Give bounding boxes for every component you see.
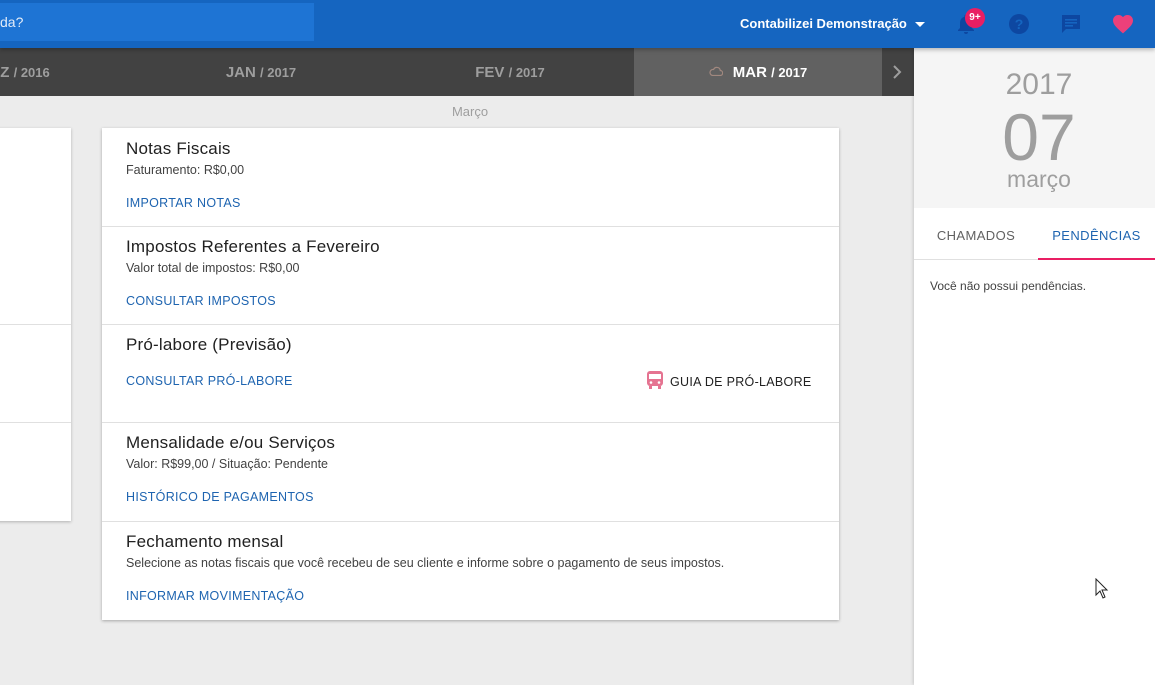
consultar-impostos-link[interactable]: CONSULTAR IMPOSTOS	[126, 294, 276, 308]
month-tab-mar-2017[interactable]: MAR / 2017	[634, 48, 882, 96]
tab-chamados[interactable]: CHAMADOS	[914, 208, 1038, 260]
chevron-down-icon	[914, 22, 925, 27]
monthly-tasks-card: Notas Fiscais Faturamento: R$0,00 IMPORT…	[102, 128, 839, 620]
chevron-right-icon[interactable]	[890, 64, 904, 85]
date-display: 2017 07 março	[914, 48, 1155, 208]
date-year: 2017	[1005, 68, 1073, 101]
task-title: Fechamento mensal	[126, 532, 284, 551]
guia-pro-labore-button[interactable]: GUIA DE PRÓ-LABORE	[646, 370, 812, 393]
previous-month-card	[0, 128, 71, 521]
chat-icon[interactable]	[1059, 12, 1083, 36]
task-title: Notas Fiscais	[126, 139, 231, 158]
task-fechamento-mensal: Fechamento mensal Selecione as notas fis…	[102, 522, 839, 620]
tab-pendencias[interactable]: PENDÊNCIAS	[1038, 208, 1155, 260]
mouse-pointer-icon	[1095, 577, 1109, 605]
task-mensalidade: Mensalidade e/ou Serviços Valor: R$99,00…	[102, 423, 839, 522]
task-title: Mensalidade e/ou Serviços	[126, 433, 336, 452]
help-search-field[interactable]: da?	[0, 3, 314, 41]
month-tab-fev-2017[interactable]: FEV / 2017	[385, 48, 635, 96]
month-navigation: Z / 2016 JAN / 2017 FEV / 2017 MAR / 201…	[0, 48, 914, 96]
consultar-pro-labore-link[interactable]: CONSULTAR PRÓ-LABORE	[126, 374, 293, 388]
task-pro-labore: Pró-labore (Previsão) CONSULTAR PRÓ-LABO…	[102, 325, 839, 423]
date-month: março	[1007, 166, 1071, 192]
empty-pendencias-message: Você não possui pendências.	[930, 279, 1087, 293]
panel-tabs: CHAMADOS PENDÊNCIAS	[914, 208, 1155, 260]
informar-movimentacao-link[interactable]: INFORMAR MOVIMENTAÇÃO	[126, 589, 304, 603]
bus-icon	[646, 370, 664, 393]
month-section-label: Março	[451, 104, 489, 119]
top-app-bar: da? Contabilizei Demonstração 9+ ?	[0, 0, 1155, 48]
month-tab-jan-2017[interactable]: JAN / 2017	[136, 48, 386, 96]
task-title: Impostos Referentes a Fevereiro	[126, 237, 380, 256]
right-side-panel: 2017 07 março CHAMADOS PENDÊNCIAS Você n…	[914, 48, 1155, 685]
task-subtitle: Selecione as notas fiscais que você rece…	[126, 556, 725, 570]
task-subtitle: Faturamento: R$0,00	[126, 163, 245, 177]
task-notas-fiscais: Notas Fiscais Faturamento: R$0,00 IMPORT…	[102, 128, 839, 227]
task-impostos: Impostos Referentes a Fevereiro Valor to…	[102, 227, 839, 325]
task-title: Pró-labore (Previsão)	[126, 335, 292, 354]
help-icon[interactable]: ?	[1007, 12, 1031, 36]
historico-pagamentos-link[interactable]: HISTÓRICO DE PAGAMENTOS	[126, 490, 314, 504]
notification-badge: 9+	[965, 8, 985, 28]
heart-icon[interactable]	[1111, 12, 1135, 36]
guia-label: GUIA DE PRÓ-LABORE	[670, 374, 812, 389]
task-subtitle: Valor total de impostos: R$0,00	[126, 261, 300, 275]
account-name: Contabilizei Demonstração	[740, 16, 907, 31]
month-tab-dez-2016[interactable]: Z / 2016	[0, 48, 60, 96]
cloud-icon	[709, 47, 723, 97]
svg-text:?: ?	[1015, 16, 1024, 32]
importar-notas-link[interactable]: IMPORTAR NOTAS	[126, 196, 241, 210]
date-day: 07	[1002, 100, 1076, 174]
account-selector[interactable]: Contabilizei Demonstração	[740, 16, 925, 31]
task-subtitle: Valor: R$99,00 / Situação: Pendente	[126, 457, 328, 471]
